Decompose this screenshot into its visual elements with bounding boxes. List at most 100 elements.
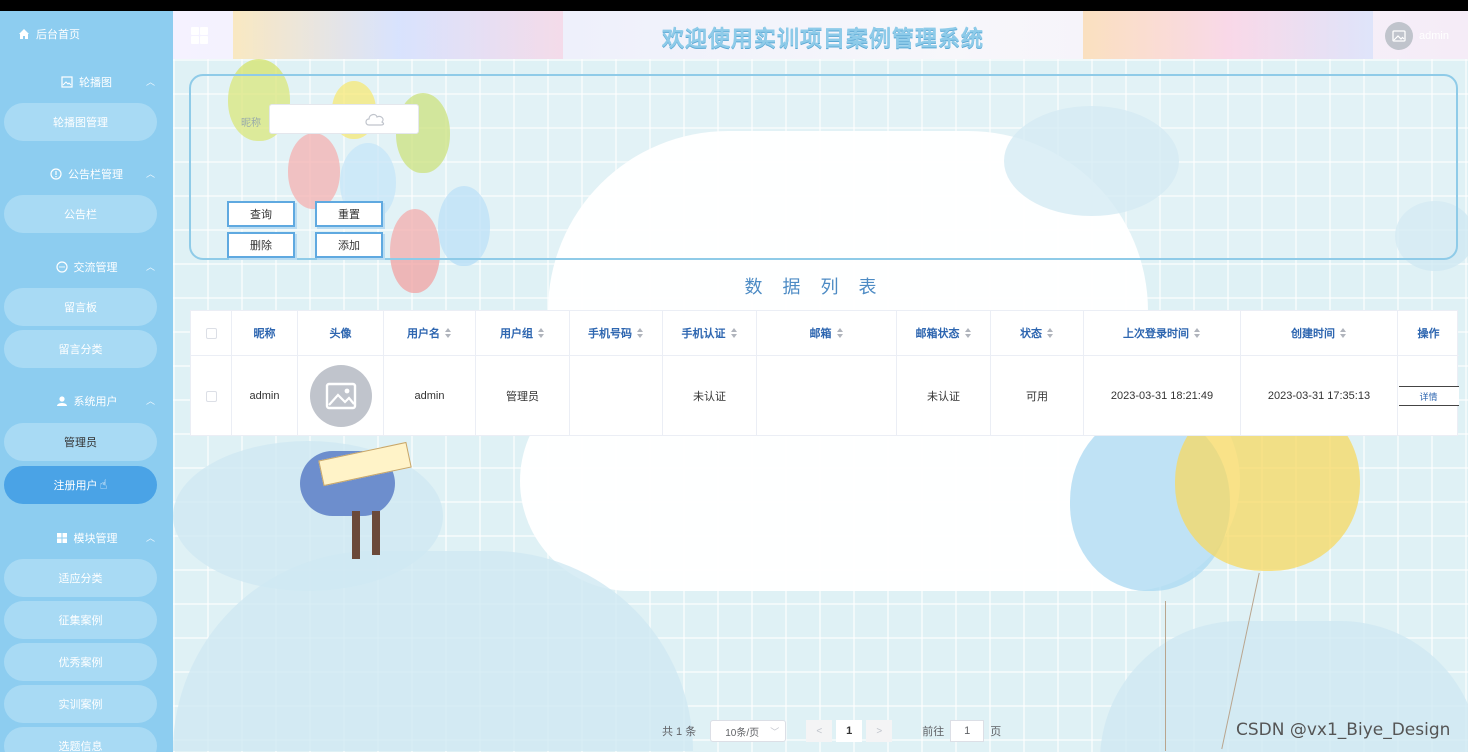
nickname-label: 昵称 <box>241 118 261 129</box>
sidebar: 后台首页 轮播图 ︿ 轮播图管理 公告栏管理 ︿ 公告栏 交流管理 ︿ 留言板 … <box>0 11 173 752</box>
avatar <box>309 365 372 427</box>
cell-nickname: admin <box>232 356 298 436</box>
sort-icon[interactable] <box>1340 327 1347 339</box>
sort-icon[interactable] <box>1047 327 1054 339</box>
user-name[interactable]: admin <box>1419 30 1449 42</box>
sort-icon[interactable] <box>445 327 452 339</box>
nickname-input[interactable] <box>269 104 419 134</box>
column-header-actions: 操作 <box>1417 328 1440 340</box>
column-header-username[interactable]: 用户名 <box>384 311 476 355</box>
sidebar-item-adaptive-category[interactable]: 适应分类 <box>4 559 157 597</box>
users-table: 昵称 头像 用户名 用户组 手机号码 手机认证 邮箱 邮箱状态 状态 上次登录时… <box>190 310 1459 436</box>
sidebar-section-label: 模块管理 <box>73 533 118 545</box>
app-screen: 后台首页 轮播图 ︿ 轮播图管理 公告栏管理 ︿ 公告栏 交流管理 ︿ 留言板 … <box>0 11 1468 752</box>
sort-icon[interactable] <box>637 327 644 339</box>
sort-icon[interactable] <box>1194 327 1201 339</box>
column-header-email[interactable]: 邮箱 <box>757 311 897 355</box>
sidebar-home-link[interactable]: 后台首页 <box>18 27 80 41</box>
column-header-created[interactable]: 创建时间 <box>1241 311 1398 355</box>
sidebar-section-communication[interactable]: 交流管理 ︿ <box>0 257 173 277</box>
sidebar-item-excellent-cases[interactable]: 优秀案例 <box>4 643 157 681</box>
image-placeholder-icon <box>1392 30 1406 42</box>
column-header-phone-auth[interactable]: 手机认证 <box>663 311 757 355</box>
sidebar-item-notice[interactable]: 公告栏 <box>4 195 157 233</box>
list-title: 数据列表 <box>744 277 897 297</box>
column-header-email-status[interactable]: 邮箱状态 <box>897 311 991 355</box>
chevron-up-icon: ︿ <box>145 169 155 179</box>
sidebar-section-modules[interactable]: 模块管理 ︿ <box>0 528 173 548</box>
reset-button[interactable]: 重置 <box>315 201 383 227</box>
page-size-value: 10条/页 <box>725 727 760 739</box>
column-label: 手机认证 <box>681 328 726 340</box>
column-header-phone[interactable]: 手机号码 <box>570 311 663 355</box>
current-page-number[interactable]: 1 <box>836 720 863 742</box>
sidebar-item-training-cases[interactable]: 实训案例 <box>4 685 157 723</box>
pointer-cursor-icon: ☝ <box>99 477 108 492</box>
top-header: 欢迎使用实训项目案例管理系统 admin <box>173 11 1468 59</box>
top-black-bar <box>0 0 1468 11</box>
row-checkbox[interactable] <box>205 390 217 402</box>
sidebar-home-label: 后台首页 <box>36 29 80 41</box>
column-header-nickname: 昵称 <box>232 311 298 355</box>
cell-username: admin <box>384 356 476 436</box>
home-icon <box>19 29 29 39</box>
column-header-status[interactable]: 状态 <box>991 311 1084 355</box>
page-size-select[interactable]: 10条/页 ﹀ <box>710 720 787 742</box>
sort-icon[interactable] <box>538 327 545 339</box>
cell-phone-auth: 未认证 <box>663 356 757 436</box>
cell-phone <box>570 356 663 436</box>
column-label: 邮箱状态 <box>915 328 960 340</box>
table-row: admin admin 管理员 未认证 未认证 可用 2023-03-31 18… <box>191 356 1459 436</box>
cell-last-login: 2023-03-31 18:21:49 <box>1084 356 1241 436</box>
image-icon <box>61 76 73 88</box>
goto-page-input[interactable]: 1 <box>950 720 985 742</box>
info-circle-icon <box>50 168 62 180</box>
select-all-checkbox[interactable] <box>205 327 217 339</box>
column-label: 邮箱 <box>809 328 832 340</box>
cell-created: 2023-03-31 17:35:13 <box>1241 356 1398 436</box>
prev-page-button[interactable]: < <box>806 720 833 742</box>
page-suffix: 页 <box>990 726 1002 738</box>
column-label: 创建时间 <box>1291 328 1335 340</box>
sidebar-item-collected-cases[interactable]: 征集案例 <box>4 601 157 639</box>
next-page-button[interactable]: > <box>866 720 893 742</box>
page-title: 欢迎使用实训项目案例管理系统 <box>661 26 984 51</box>
column-header-avatar: 头像 <box>298 311 384 355</box>
chevron-up-icon: ︿ <box>145 262 155 272</box>
column-label: 用户名 <box>407 328 440 340</box>
girl-leg <box>352 511 360 559</box>
sidebar-item-carousel-manage[interactable]: 轮播图管理 <box>4 103 157 141</box>
cell-avatar <box>298 356 384 436</box>
sidebar-item-admin[interactable]: 管理员 <box>4 423 157 461</box>
sidebar-item-registered-users[interactable]: 注册用户 ☝ <box>4 466 157 504</box>
row-select-cell[interactable] <box>191 356 232 436</box>
cell-actions: 详情 <box>1398 356 1459 436</box>
sort-icon[interactable] <box>964 327 972 339</box>
column-header-last-login[interactable]: 上次登录时间 <box>1084 311 1241 355</box>
user-icon <box>56 396 67 406</box>
add-button[interactable]: 添加 <box>315 232 383 258</box>
sidebar-item-topic-info[interactable]: 选题信息 <box>4 727 157 752</box>
sidebar-section-system-users[interactable]: 系统用户 ︿ <box>0 391 173 411</box>
pagination: 共 1 条 10条/页 ﹀ < 1 > 前往 1 页 <box>662 720 1001 742</box>
cell-status: 可用 <box>991 356 1084 436</box>
watermark: CSDN @vx1_Biye_Design <box>1236 720 1451 740</box>
sort-icon[interactable] <box>730 327 738 339</box>
balloon-string <box>1165 601 1166 751</box>
select-all-cell[interactable] <box>191 311 232 355</box>
detail-button[interactable]: 详情 <box>1398 386 1459 406</box>
query-button[interactable]: 查询 <box>227 201 295 227</box>
grid-icon <box>56 533 67 543</box>
column-label: 状态 <box>1020 328 1042 340</box>
column-header-group[interactable]: 用户组 <box>476 311 570 355</box>
sidebar-section-carousel[interactable]: 轮播图 ︿ <box>0 72 173 92</box>
sidebar-item-message-board[interactable]: 留言板 <box>4 288 157 326</box>
user-avatar[interactable] <box>1385 22 1413 50</box>
cloud-icon <box>365 113 385 126</box>
sidebar-section-notice[interactable]: 公告栏管理 ︿ <box>0 164 173 184</box>
table-header-row: 昵称 头像 用户名 用户组 手机号码 手机认证 邮箱 邮箱状态 状态 上次登录时… <box>191 311 1459 356</box>
sidebar-item-message-category[interactable]: 留言分类 <box>4 330 157 368</box>
sort-icon[interactable] <box>836 327 844 339</box>
cell-email <box>757 356 897 436</box>
delete-button[interactable]: 删除 <box>227 232 295 258</box>
